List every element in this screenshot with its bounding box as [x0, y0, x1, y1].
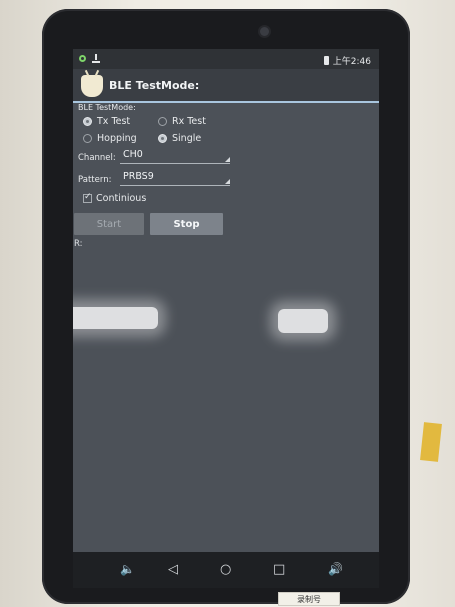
label-sticker: 录制号 [278, 592, 340, 606]
radio-hopping[interactable]: Hopping [83, 133, 137, 144]
screen-glare [73, 307, 158, 329]
radio-button[interactable] [83, 117, 92, 126]
app-title: BLE TestMode: [109, 79, 200, 92]
radio-button[interactable] [83, 134, 92, 143]
download-icon [92, 54, 100, 63]
recents-icon[interactable]: □ [273, 562, 285, 577]
channel-spinner[interactable]: CH0 [120, 147, 230, 164]
radio-label: Rx Test [172, 116, 206, 127]
dropdown-arrow-icon [225, 157, 230, 162]
pattern-label: Pattern: [78, 175, 112, 185]
volume-up-icon[interactable]: 🔊 [328, 562, 343, 576]
pattern-spinner[interactable]: PRBS9 [120, 169, 230, 186]
start-button[interactable]: Start [74, 213, 144, 235]
radio-label: Single [172, 133, 202, 144]
navigation-bar: 🔈 ◁ ○ □ 🔊 [73, 552, 379, 588]
sync-icon [79, 55, 86, 62]
screen-glare [278, 309, 328, 333]
checkbox[interactable] [83, 192, 92, 203]
radio-button[interactable] [158, 134, 167, 143]
back-icon[interactable]: ◁ [168, 562, 178, 577]
pattern-value: PRBS9 [123, 171, 154, 182]
channel-label: Channel: [78, 153, 116, 163]
radio-single[interactable]: Single [158, 133, 201, 144]
radio-button[interactable] [158, 117, 167, 126]
section-label: BLE TestMode: [78, 103, 136, 112]
radio-tx-test[interactable]: Tx Test [83, 116, 130, 127]
result-label: R: [74, 239, 83, 249]
volume-down-icon[interactable]: 🔈 [120, 562, 135, 576]
status-bar: 上午2:46 [73, 49, 379, 69]
channel-value: CH0 [123, 149, 143, 160]
radio-label: Hopping [97, 133, 137, 144]
home-icon[interactable]: ○ [220, 562, 231, 577]
status-time: 上午2:46 [332, 57, 371, 67]
stop-button[interactable]: Stop [150, 213, 223, 235]
radio-label: Tx Test [97, 116, 131, 127]
dropdown-arrow-icon [225, 179, 230, 184]
battery-icon [323, 56, 329, 65]
continuous-checkbox[interactable]: Continious [83, 192, 147, 204]
front-camera [260, 27, 269, 36]
checkbox-label: Continious [96, 193, 147, 204]
radio-rx-test[interactable]: Rx Test [158, 116, 206, 127]
device-screen: 上午2:46 BLE TestMode: BLE TestMode: Tx Te… [73, 49, 379, 588]
android-icon [81, 75, 103, 97]
action-bar: BLE TestMode: [73, 69, 379, 103]
